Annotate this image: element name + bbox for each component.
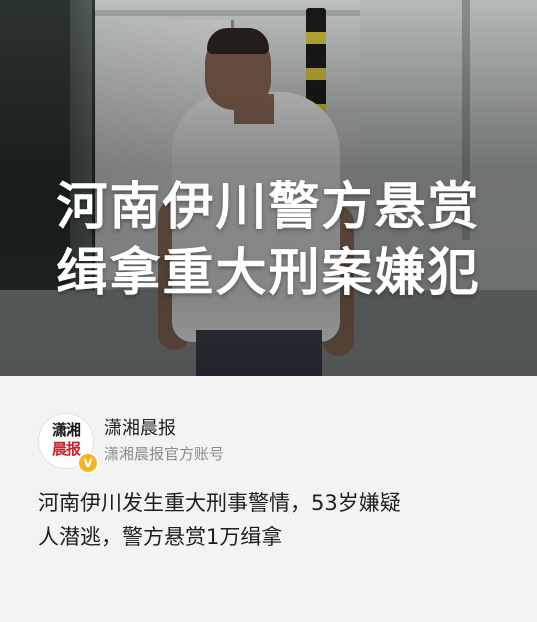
source-avatar[interactable]: 潇湘 晨报 V <box>38 413 99 474</box>
article-summary[interactable]: 河南伊川发生重大刑事警情，53岁嫌疑 人潜逃，警方悬赏1万缉拿 <box>38 486 508 554</box>
verified-badge-mark: V <box>83 456 93 470</box>
source-subtitle: 潇湘晨报官方账号 <box>104 445 225 463</box>
hero-headline-line-1: 河南伊川警方悬赏 <box>56 178 481 237</box>
news-card[interactable]: 河南伊川警方悬赏 缉拿重大刑案嫌犯 潇湘 晨报 V 潇湘晨报 潇湘晨报官方账号 … <box>0 0 537 622</box>
article-summary-line-1: 河南伊川发生重大刑事警情，53岁嫌疑 <box>38 491 401 515</box>
source-name[interactable]: 潇湘晨报 <box>104 414 176 440</box>
article-summary-line-2: 人潜逃，警方悬赏1万缉拿 <box>38 525 283 549</box>
hero-headline-line-2: 缉拿重大刑案嫌犯 <box>56 244 481 303</box>
hero-headline: 河南伊川警方悬赏 缉拿重大刑案嫌犯 <box>0 175 537 307</box>
source-logo-top: 潇湘 <box>51 421 81 439</box>
hero-image[interactable]: 河南伊川警方悬赏 缉拿重大刑案嫌犯 <box>0 0 537 376</box>
verified-badge-icon: V <box>77 452 99 474</box>
source-row[interactable]: 潇湘 晨报 V 潇湘晨报 潇湘晨报官方账号 <box>38 410 498 474</box>
